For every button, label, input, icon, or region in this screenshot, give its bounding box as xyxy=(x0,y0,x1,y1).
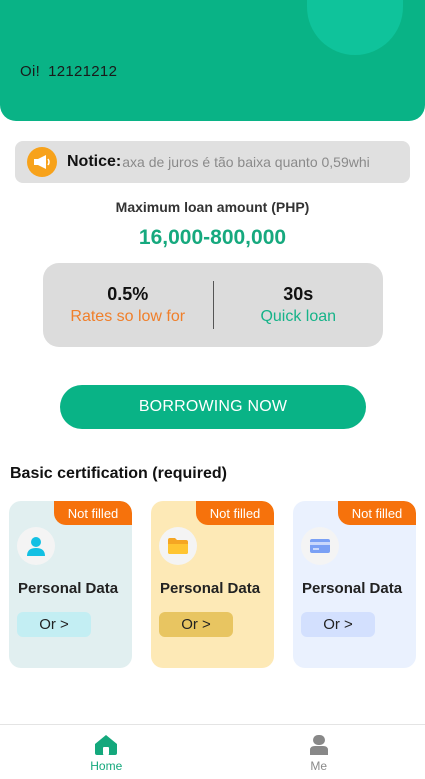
notice-text: axa de juros é tão baixa quanto 0,59whi xyxy=(122,154,370,170)
greeting-text: Oi! xyxy=(20,63,41,80)
user-id: 12121212 xyxy=(48,63,118,80)
card-action-button[interactable]: Or > xyxy=(17,612,91,637)
card-title: Personal Data xyxy=(160,580,261,597)
speed-value: 30s xyxy=(283,284,314,304)
personal-data-card-2[interactable]: Not filled Personal Data Or > xyxy=(151,501,274,668)
folder-icon xyxy=(159,527,197,565)
megaphone-icon xyxy=(27,147,57,177)
rate-label: Rates so low for xyxy=(70,308,186,325)
rate-value: 0.5% xyxy=(107,284,149,304)
not-filled-badge: Not filled xyxy=(54,501,132,525)
tab-me[interactable]: Me xyxy=(213,725,425,779)
card-action-button[interactable]: Or > xyxy=(301,612,375,637)
max-loan-amount: 16,000-800,000 xyxy=(138,226,287,249)
max-loan-label: Maximum loan amount (PHP) xyxy=(115,199,310,215)
card-action-button[interactable]: Or > xyxy=(159,612,233,637)
greeting: Oi! 12121212 xyxy=(20,63,117,80)
certification-cards: Not filled Personal Data Or > Not filled… xyxy=(9,501,417,668)
person-icon xyxy=(17,527,55,565)
personal-data-card-1[interactable]: Not filled Personal Data Or > xyxy=(9,501,132,668)
rate-stat: 0.5% Rates so low for xyxy=(43,284,213,326)
home-icon xyxy=(95,735,118,755)
user-icon xyxy=(309,735,328,755)
not-filled-badge: Not filled xyxy=(338,501,416,525)
notice-bar[interactable]: Notice: axa de juros é tão baixa quanto … xyxy=(15,141,410,183)
notice-label: Notice: xyxy=(67,153,122,170)
tab-home-label: Home xyxy=(90,759,123,773)
tab-home[interactable]: Home xyxy=(0,725,213,779)
speed-label: Quick loan xyxy=(260,308,337,325)
bottom-tab-bar: Home Me xyxy=(0,724,425,779)
card-title: Personal Data xyxy=(18,580,119,597)
card-title: Personal Data xyxy=(302,580,403,597)
borrow-now-button[interactable]: BORROWING NOW xyxy=(60,385,366,429)
credit-card-icon xyxy=(301,527,339,565)
personal-data-card-3[interactable]: Not filled Personal Data Or > xyxy=(293,501,416,668)
speed-stat: 30s Quick loan xyxy=(214,284,384,326)
not-filled-badge: Not filled xyxy=(196,501,274,525)
certification-title: Basic certification (required) xyxy=(10,465,227,482)
header-decoration xyxy=(307,0,403,55)
tab-me-label: Me xyxy=(310,759,328,773)
loan-stats-card: 0.5% Rates so low for 30s Quick loan xyxy=(43,263,383,347)
header-banner: Oi! 12121212 xyxy=(0,0,425,121)
